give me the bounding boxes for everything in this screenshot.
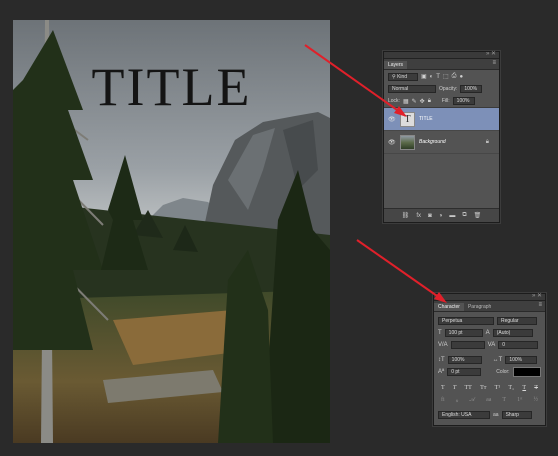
arrow-to-title-layer <box>304 44 407 117</box>
arrow-to-character-tab <box>356 239 447 303</box>
annotation-arrows <box>304 44 447 303</box>
canvas-area: TITLE » ✕ Layers ≡ ⚲ Kind ▣ ◐ T ⬚ ⎙ ● No… <box>0 0 558 456</box>
